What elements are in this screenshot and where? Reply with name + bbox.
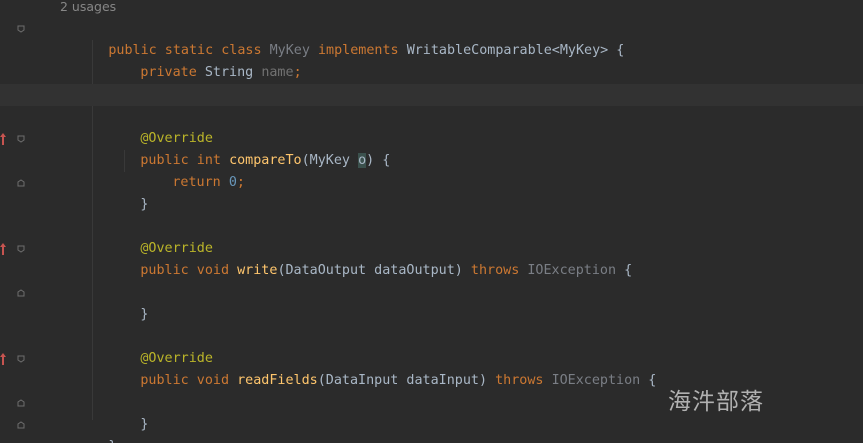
fold-icon[interactable] — [17, 135, 25, 143]
code-line[interactable]: private String name; — [0, 40, 863, 80]
keyword: throws — [470, 263, 528, 278]
brace: } — [140, 307, 149, 322]
method-name: write — [237, 263, 278, 278]
code-line[interactable]: } — [0, 172, 863, 212]
watermark-text: 海汼部落 — [668, 389, 764, 415]
code-line[interactable]: public void readFields(DataInput dataInp… — [0, 348, 863, 388]
code-line[interactable]: public static class MyKey implements Wri… — [0, 18, 863, 58]
code-line[interactable]: @Override — [0, 326, 863, 366]
implements-marker-icon[interactable] — [0, 353, 6, 365]
method-name: readFields — [237, 373, 318, 388]
keyword: public void — [140, 373, 238, 388]
keyword: throws — [495, 373, 552, 388]
fold-end-icon[interactable] — [17, 289, 25, 297]
exception-name: IOException — [551, 373, 641, 388]
brace: } — [108, 439, 116, 443]
parameter-list: (DataInput dataInput) — [317, 373, 496, 388]
code-line[interactable]: private int score; — [0, 62, 863, 102]
fold-icon[interactable] — [17, 245, 25, 253]
code-editor[interactable]: 2 usages public static class MyKey imple… — [0, 0, 863, 443]
fold-icon[interactable] — [17, 25, 25, 33]
code-line[interactable]: public void write(DataOutput dataOutput)… — [0, 238, 863, 278]
keyword: public void — [140, 263, 238, 278]
brace: { — [616, 263, 633, 278]
code-line[interactable]: return 0; — [0, 150, 863, 190]
implements-marker-icon[interactable] — [0, 243, 6, 255]
implements-marker-icon[interactable] — [0, 133, 6, 145]
code-line[interactable]: } — [0, 414, 863, 443]
brace: { — [640, 373, 657, 388]
fold-end-icon[interactable] — [17, 421, 25, 429]
code-line[interactable]: @Override — [0, 216, 863, 256]
current-line[interactable] — [0, 84, 863, 106]
code-line[interactable]: @Override — [0, 106, 863, 146]
code-line[interactable]: public int compareTo(MyKey o) { — [0, 128, 863, 168]
fold-end-icon[interactable] — [17, 179, 25, 187]
code-line[interactable]: } — [0, 282, 863, 322]
brace: } — [140, 197, 149, 212]
parameter-list: (DataOutput dataOutput) — [277, 263, 471, 278]
usages-hint[interactable]: 2 usages — [60, 0, 116, 18]
exception-name: IOException — [527, 263, 617, 278]
fold-end-icon[interactable] — [17, 399, 25, 407]
fold-icon[interactable] — [17, 355, 25, 363]
